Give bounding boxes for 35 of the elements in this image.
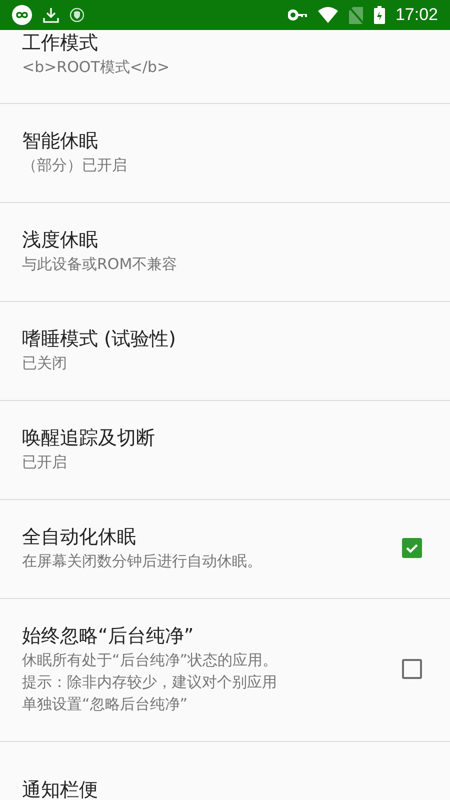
setting-row[interactable]: 唤醒追踪及切断 已开启 xyxy=(0,401,450,500)
setting-title: 浅度休眠 xyxy=(22,228,99,253)
battery-charging-icon xyxy=(374,6,386,24)
setting-summary: 已开启 xyxy=(22,452,68,473)
shield-icon xyxy=(70,8,84,22)
setting-summary: （部分）已开启 xyxy=(22,155,128,176)
setting-row[interactable]: 工作模式 <b>ROOT模式</b> xyxy=(0,30,450,104)
setting-title: 全自动化休眠 xyxy=(22,525,137,550)
setting-summary: 提示：除非内存较少，建议对个别应用 xyxy=(22,672,278,693)
setting-row[interactable]: 浅度休眠 与此设备或ROM不兼容 xyxy=(0,203,450,302)
setting-row[interactable]: 智能休眠 （部分）已开启 xyxy=(0,104,450,203)
setting-summary: 在屏幕关闭数分钟后进行自动休眠。 xyxy=(22,551,263,572)
setting-title: 通知栏便 xyxy=(22,778,99,800)
download-icon xyxy=(42,6,60,24)
key-icon xyxy=(288,9,308,21)
setting-title: 智能休眠 xyxy=(22,129,99,154)
setting-summary: 与此设备或ROM不兼容 xyxy=(22,254,178,275)
setting-row[interactable]: 通知栏便 xyxy=(0,742,450,800)
no-sim-icon xyxy=(348,6,364,24)
setting-summary: 休眠所有处于“后台纯净”状态的应用。 xyxy=(22,650,279,671)
wifi-icon xyxy=(318,7,338,23)
setting-title: 唤醒追踪及切断 xyxy=(22,426,156,451)
setting-title: 工作模式 xyxy=(22,31,99,56)
setting-summary: <b>ROOT模式</b> xyxy=(22,57,171,78)
setting-row[interactable]: 嗜睡模式 (试验性) 已关闭 xyxy=(0,302,450,401)
infinity-icon xyxy=(12,5,32,25)
setting-row[interactable]: 始终忽略“后台纯净” 休眠所有处于“后台纯净”状态的应用。 提示：除非内存较少，建议对个别应用 单独设置“忽略后台纯净” xyxy=(0,599,450,742)
setting-title: 始终忽略“后台纯净” xyxy=(22,624,195,649)
checkbox[interactable] xyxy=(402,538,422,558)
setting-title: 嗜睡模式 (试验性) xyxy=(22,327,177,352)
checkbox[interactable] xyxy=(402,659,422,679)
setting-summary: 单独设置“忽略后台纯净” xyxy=(22,694,189,715)
setting-row[interactable]: 全自动化休眠 在屏幕关闭数分钟后进行自动休眠。 xyxy=(0,500,450,599)
clock-time: 17:02 xyxy=(395,5,438,25)
setting-summary: 已关闭 xyxy=(22,353,68,374)
